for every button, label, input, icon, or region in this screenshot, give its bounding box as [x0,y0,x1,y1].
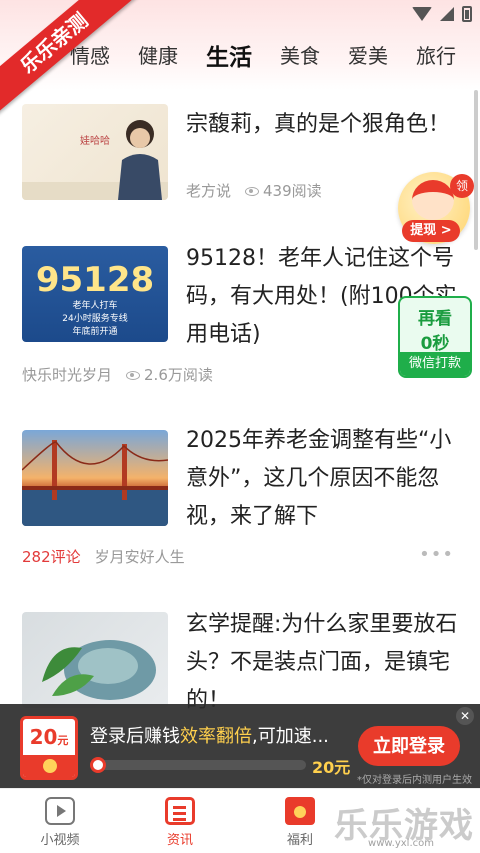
category-tabs: 情感 健康 生活 美食 爱美 旅行 [70,40,456,72]
tab-health[interactable]: 健康 [138,40,178,72]
mascot-icon [412,180,454,220]
floating-reward-widget[interactable]: 领 提现 > [398,172,474,244]
article-item[interactable]: 95128 老年人打车 24小时服务专线 年底前开通 95128！老年人记住这个… [22,246,462,386]
progress-knob [90,757,106,773]
article-thumbnail [22,612,168,708]
tab-food[interactable]: 美食 [280,40,320,72]
read-count: 2.6万阅读 [126,364,213,385]
stone-leaf-photo-icon [42,640,156,700]
video-icon [45,797,75,825]
article-thumbnail: 95128 老年人打车 24小时服务专线 年底前开通 [22,246,168,342]
article-title: 宗馥莉，真的是个狠角色！ [186,112,451,137]
reread-timer-widget[interactable]: 再看 0秒 微信打款 [398,296,472,378]
nav-short-video[interactable]: 小视频 [10,789,110,848]
comment-count: 282评论 [22,548,81,566]
nav-news[interactable]: 资讯 [130,789,230,848]
login-promo-banner: 20元 登录后赚钱效率翻倍,可加速... 20元 立即登录 *仅对登录后内测用户… [0,704,480,788]
close-icon[interactable]: ✕ [456,707,474,725]
promo-note: *仅对登录后内测用户生效 [357,775,472,786]
eye-icon [126,371,141,380]
article-meta: 282评论 岁月安好人生 [22,546,185,567]
article-title: 2025年养老金调整有些“小意外”，这几个原因不能忽视，来了解下 [186,428,452,529]
bridge-photo-icon [22,440,168,526]
article-meta: 老方说 439阅读 [186,180,322,201]
article-meta: 快乐时光岁月 2.6万阅读 [22,364,213,385]
article-item[interactable]: 2025年养老金调整有些“小意外”，这几个原因不能忽视，来了解下 282评论 岁… [22,428,462,570]
svg-text:娃哈哈: 娃哈哈 [80,134,110,147]
more-options-icon[interactable]: ••• [419,544,454,565]
news-icon [165,797,195,825]
article-thumbnail [22,430,168,526]
withdraw-pill: 提现 > [402,220,460,242]
article-item[interactable]: 娃哈哈 宗馥莉，真的是个狠角色！ 老方说 439阅读 [22,104,462,204]
article-source: 快乐时光岁月 [22,366,113,384]
portrait-photo-icon: 娃哈哈 [22,120,168,200]
promo-text: 登录后赚钱效率翻倍,可加速... [90,726,329,747]
login-button[interactable]: 立即登录 [358,726,460,766]
tab-life[interactable]: 生活 [206,38,252,72]
promo-progress-bar [90,757,306,773]
status-bar [412,6,472,22]
watermark-url: www.yxl.com [368,838,434,849]
signal-icon [440,7,454,21]
red-envelope-icon [23,755,75,777]
claim-badge: 领 [450,174,474,198]
article-source: 老方说 [186,182,232,200]
article-source: 岁月安好人生 [94,548,185,566]
article-item[interactable]: 玄学提醒:为什么家里要放石头？不是装点门面，是镇宅的！ [22,612,462,713]
wifi-icon [412,7,432,21]
tab-travel[interactable]: 旅行 [416,40,456,72]
gift-icon [285,797,315,825]
tab-beauty[interactable]: 爱美 [348,40,388,72]
eye-icon [245,187,260,196]
progress-amount: 20元 [312,758,351,777]
read-count: 439阅读 [245,180,322,201]
coupon-icon: 20元 [20,716,78,780]
battery-icon [462,6,472,22]
article-title: 玄学提醒:为什么家里要放石头？不是装点门面，是镇宅的！ [186,612,458,713]
article-thumbnail: 娃哈哈 [22,104,168,200]
scrollbar[interactable] [474,90,478,250]
